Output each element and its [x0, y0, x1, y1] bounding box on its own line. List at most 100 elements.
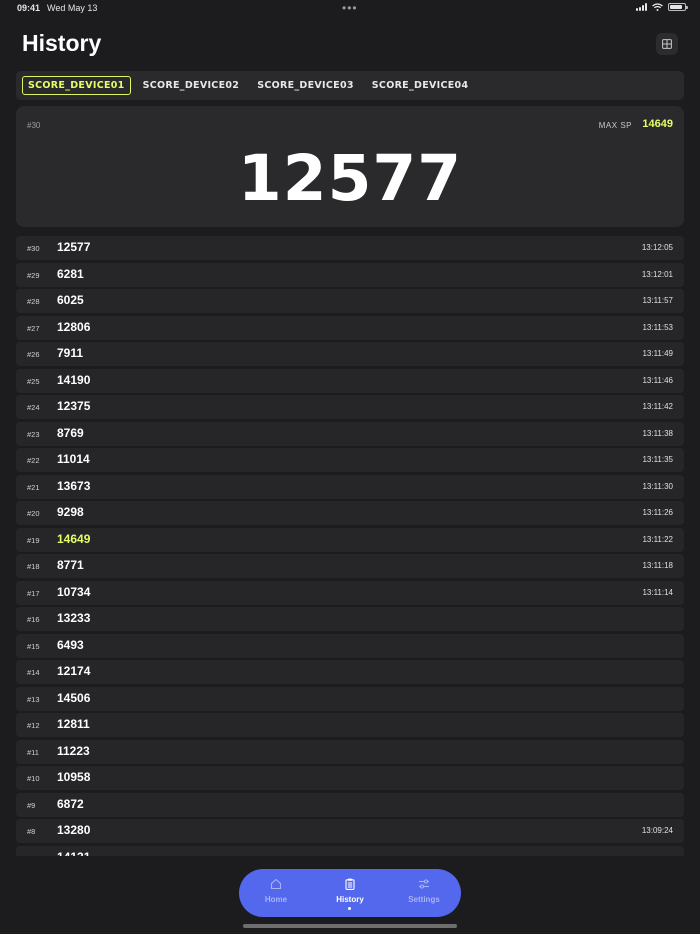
nav-home-label: Home	[264, 895, 288, 904]
history-row-time: 13:11:42	[642, 402, 673, 411]
status-time: 09:41	[17, 3, 41, 13]
clipboard-icon	[345, 878, 355, 890]
bottom-nav: Home History Settings	[239, 869, 461, 917]
multitasking-dots-icon[interactable]: •••	[342, 1, 358, 15]
history-row-index: #10	[27, 774, 40, 783]
history-row[interactable]: #18 8771 13:11:18	[16, 554, 684, 578]
history-row-index: #29	[27, 270, 40, 280]
nav-home[interactable]: Home	[239, 869, 313, 917]
status-date: Wed May 13	[47, 3, 98, 13]
history-row-index: #9	[27, 800, 36, 810]
history-row-index: #7	[27, 854, 35, 857]
history-row-index: #23	[27, 429, 40, 439]
history-row-score-max: 14649	[57, 531, 91, 546]
history-row-index: #30	[27, 244, 40, 253]
nav-history-label: History	[336, 895, 364, 904]
history-row-score: 14131	[57, 850, 90, 857]
nav-settings-label: Settings	[408, 895, 440, 904]
nav-history[interactable]: History	[313, 869, 387, 917]
history-row[interactable]: #17 10734 13:11:14	[16, 580, 684, 605]
history-row-time: 13:11:38	[642, 428, 673, 438]
grid-view-button[interactable]	[656, 33, 678, 55]
grid-icon	[662, 39, 672, 49]
history-row-index: #27	[27, 323, 40, 333]
history-row-index: #22	[27, 456, 40, 465]
history-row-index: #25	[27, 376, 40, 386]
history-row-time: 13:11:46	[642, 375, 673, 385]
history-row[interactable]: #22 11014 13:11:35	[16, 448, 684, 472]
history-row[interactable]: #19 14649 13:11:22	[16, 527, 684, 552]
history-row[interactable]: #24 12375 13:11:42	[16, 395, 684, 419]
history-row-score: 10958	[57, 770, 91, 784]
history-row[interactable]: #26 7911 13:11:49	[16, 342, 684, 366]
history-list[interactable]: #30 12577 13:12:05 #29 6281 13:12:01 #28 6025 13…	[16, 236, 684, 856]
history-row-index: #12	[27, 721, 40, 730]
history-row[interactable]: #11 11223	[16, 739, 684, 764]
history-row[interactable]: #14 12174	[16, 660, 684, 684]
history-row-score: 12806	[57, 319, 91, 334]
history-row-index: #28	[27, 297, 40, 306]
wifi-icon	[652, 3, 663, 11]
history-row[interactable]: #13 14506	[16, 686, 684, 711]
history-row-index: #19	[27, 535, 40, 545]
history-row[interactable]: #25 14190 13:11:46	[16, 368, 684, 393]
history-row[interactable]: #21 13673 13:11:30	[16, 474, 684, 499]
history-row-score: 13673	[57, 478, 91, 493]
history-row[interactable]: #15 6493	[16, 633, 684, 658]
history-row[interactable]: #8 13280 13:09:24	[16, 819, 684, 843]
history-row[interactable]: #7 14131	[16, 845, 684, 857]
tab-score-device01[interactable]: SCORE_DEVICE01	[22, 76, 131, 95]
history-row-score: 6493	[57, 637, 84, 652]
home-indicator[interactable]	[243, 924, 457, 928]
history-row-score: 13233	[57, 611, 91, 625]
history-row-score: 12174	[57, 664, 91, 678]
history-row-score: 11014	[57, 452, 90, 466]
tab-score-device02[interactable]: SCORE_DEVICE02	[137, 76, 246, 95]
history-row[interactable]: #20 9298 13:11:26	[16, 501, 684, 525]
history-row-time: 13:11:22	[642, 534, 673, 544]
max-sp-value: 14649	[642, 118, 673, 130]
history-row-score: 14190	[57, 372, 91, 387]
history-row-score: 12375	[57, 399, 91, 413]
history-row[interactable]: #12 12811	[16, 713, 684, 737]
history-row-index: #15	[27, 641, 40, 651]
history-row-score: 7911	[57, 346, 84, 360]
history-row[interactable]: #30 12577 13:12:05	[16, 236, 684, 260]
history-row-score: 6872	[57, 796, 84, 811]
history-screen: 09:41 Wed May 13 ••• History SCORE_DEVIC…	[0, 0, 700, 934]
history-row-score: 12811	[57, 717, 90, 731]
battery-icon	[668, 3, 688, 11]
history-row-time: 13:11:57	[642, 296, 673, 305]
history-row-index: #26	[27, 350, 40, 359]
device-tabs: SCORE_DEVICE01 SCORE_DEVICE02 SCORE_DEVI…	[16, 71, 684, 100]
history-row-index: #17	[27, 588, 40, 598]
sliders-icon	[419, 879, 429, 889]
history-row-time: 13:11:18	[642, 561, 673, 570]
tab-score-device04[interactable]: SCORE_DEVICE04	[366, 76, 475, 95]
history-row[interactable]: #28 6025 13:11:57	[16, 289, 684, 313]
latest-score-value: 12577	[237, 142, 463, 215]
history-row-score: 8769	[57, 425, 84, 440]
history-row-score: 13280	[57, 823, 91, 837]
history-row-index: #24	[27, 403, 40, 412]
page-title: History	[22, 30, 102, 56]
nav-settings[interactable]: Settings	[387, 869, 461, 917]
history-row[interactable]: #29 6281 13:12:01	[16, 262, 684, 287]
history-row[interactable]: #27 12806 13:11:53	[16, 315, 684, 340]
history-row[interactable]: #16 13233	[16, 607, 684, 631]
tab-score-device03[interactable]: SCORE_DEVICE03	[251, 76, 360, 95]
history-row-index: #11	[27, 747, 39, 757]
history-row-score: 6025	[57, 293, 84, 307]
latest-score-index: #30	[27, 121, 41, 130]
history-row[interactable]: #9 6872	[16, 792, 684, 817]
history-row-score: 8771	[57, 558, 84, 572]
status-indicators	[636, 3, 688, 11]
history-row-time: 13:12:05	[641, 243, 673, 252]
history-row[interactable]: #23 8769 13:11:38	[16, 421, 684, 446]
latest-score-card: #30 MAX SP 14649 12577	[16, 106, 684, 227]
history-row[interactable]: #10 10958	[16, 766, 684, 790]
history-row-time: 13:11:35	[642, 455, 673, 464]
history-row-index: #18	[27, 562, 40, 571]
history-row-index: #21	[27, 482, 40, 492]
history-row-index: #16	[27, 615, 40, 624]
